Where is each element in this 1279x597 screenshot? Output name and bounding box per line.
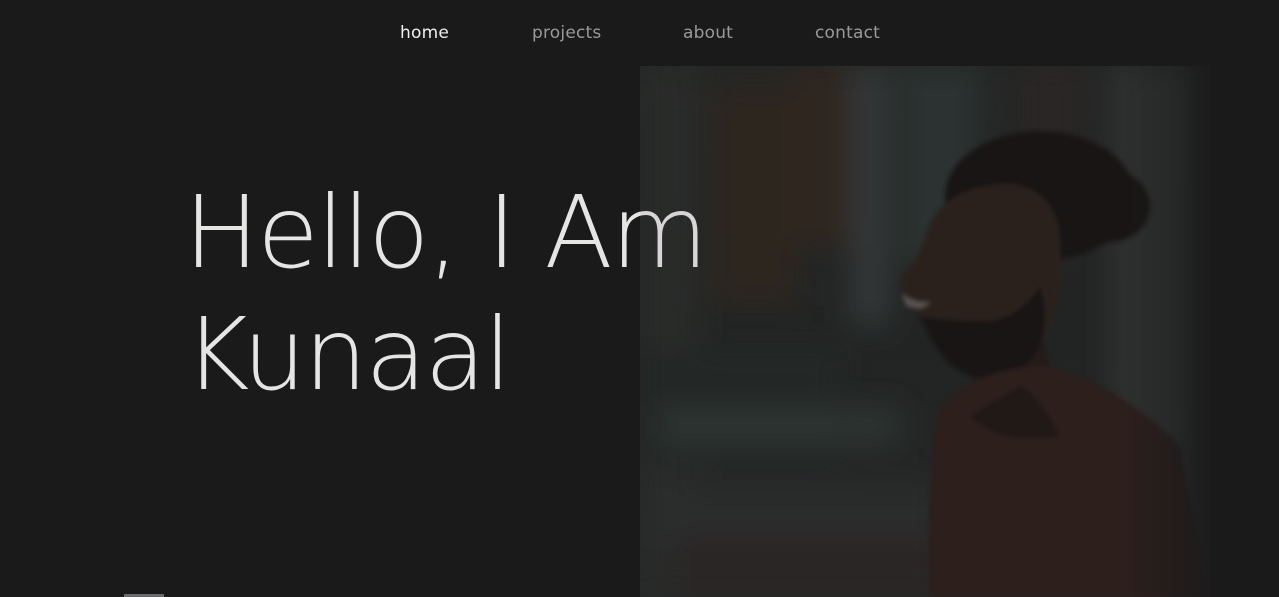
nav-link-contact[interactable]: contact [815, 21, 880, 45]
main-navigation: home projects about contact [0, 0, 1279, 66]
nav-link-home[interactable]: home [400, 21, 449, 45]
nav-link-projects[interactable]: projects [532, 21, 601, 45]
hero-title: Hello, I Am Kunaal [184, 172, 708, 416]
hero-title-line-2: Kunaal [184, 296, 512, 413]
nav-link-about[interactable]: about [683, 21, 733, 45]
hero-title-line-1: Hello, I Am [184, 174, 708, 291]
portrait-illustration [640, 66, 1210, 597]
hero-portrait-image [640, 66, 1210, 597]
